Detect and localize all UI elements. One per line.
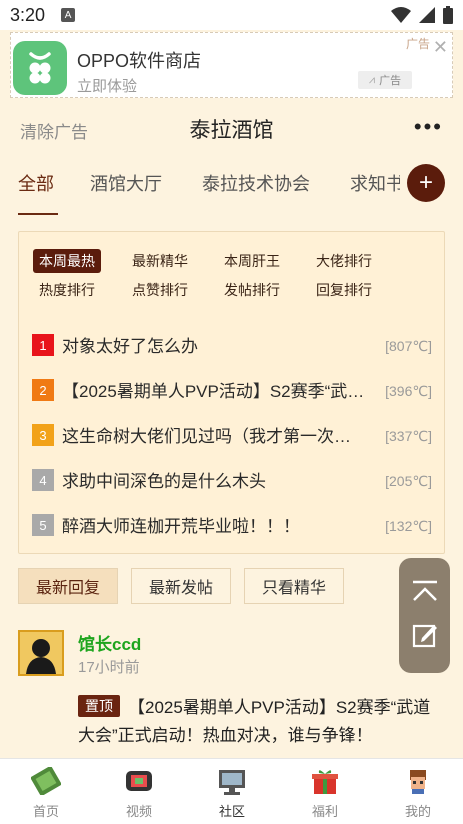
filter-likes-rank[interactable]: 点赞排行 xyxy=(126,278,194,302)
tab-tech-association[interactable]: 泰拉技术协会 xyxy=(202,170,310,196)
nav-label: 福利 xyxy=(311,804,338,819)
ad-app-name: OPPO软件商店 xyxy=(77,51,202,71)
top-bar: 清除广告 泰拉酒馆 ••• xyxy=(0,104,463,154)
status-time: 3:20 xyxy=(10,4,46,25)
tab-knowledge-book[interactable]: 求知书 xyxy=(350,170,400,196)
active-tab-indicator xyxy=(18,213,58,215)
filter-weekly-grinder[interactable]: 本周肝王 xyxy=(218,249,286,273)
post-time: 17小时前 xyxy=(78,659,140,676)
filter-replies-rank[interactable]: 回复排行 xyxy=(310,278,378,302)
rank-number: 5 xyxy=(32,514,54,536)
ranking-item[interactable]: 4 求助中间深色的是什么木头 [205℃] xyxy=(32,467,432,491)
filter-featured-only-button[interactable]: 只看精华 xyxy=(244,568,344,604)
nav-label: 首页 xyxy=(32,804,59,819)
ad-banner[interactable]: OPPO软件商店 立即体验 广告 ✕ ⩘ 广告 xyxy=(10,32,453,98)
close-icon[interactable]: ✕ xyxy=(433,37,448,58)
filter-latest-featured[interactable]: 最新精华 xyxy=(126,249,194,273)
rank-title: 【2025暑期单人PVP活动】S2赛季“武道大会”正式启动 xyxy=(62,382,367,401)
ranking-item[interactable]: 5 醉酒大师连枷开荒毕业啦！！！ [132℃] xyxy=(32,512,432,536)
nav-community[interactable]: 社区 xyxy=(192,763,272,823)
nav-label: 视频 xyxy=(125,804,152,819)
community-icon xyxy=(219,770,245,795)
nav-home[interactable]: 首页 xyxy=(6,763,86,823)
tab-bar: 全部 酒馆大厅 泰拉技术协会 求知书 + xyxy=(0,158,463,216)
rank-heat: [132℃] xyxy=(385,518,432,534)
home-icon xyxy=(31,767,61,795)
signal-icon xyxy=(419,7,435,23)
rank-number: 4 xyxy=(32,469,54,491)
bottom-nav: 首页 视频 社区 福利 我的 xyxy=(0,758,463,824)
pinned-badge: 置顶 xyxy=(78,695,120,717)
ad-badge: ⩘ 广告 xyxy=(358,71,412,89)
rank-heat: [337℃] xyxy=(385,428,432,444)
nav-video[interactable]: 视频 xyxy=(99,763,179,823)
profile-icon xyxy=(410,770,426,794)
rank-number: 3 xyxy=(32,424,54,446)
add-button[interactable]: + xyxy=(407,164,445,202)
ad-label: 广告 xyxy=(405,37,430,51)
gift-icon xyxy=(312,770,338,794)
rank-heat: [807℃] xyxy=(385,338,432,354)
post-author[interactable]: 馆长ccd xyxy=(78,630,141,655)
status-bar: 3:20 A xyxy=(0,0,463,30)
floating-action-panel xyxy=(399,558,450,673)
rank-number: 1 xyxy=(32,334,54,356)
page-title: 泰拉酒馆 xyxy=(189,119,274,142)
wifi-icon xyxy=(391,7,411,23)
scroll-to-top-icon[interactable] xyxy=(411,580,439,602)
post-content[interactable]: 置顶 【2025暑期单人PVP活动】S2赛季“武道大会”正式启动！热血对决，谁与争… xyxy=(78,694,440,750)
ranking-item[interactable]: 2 【2025暑期单人PVP活动】S2赛季“武道大会”正式启动 [396℃] xyxy=(32,377,432,401)
filter-latest-posts-button[interactable]: 最新发帖 xyxy=(131,568,231,604)
ranking-item[interactable]: 3 这生命树大佬们见过吗（我才第一次见到） [337℃] xyxy=(32,422,432,446)
ranking-panel: 本周最热 最新精华 本周肝王 大佬排行 热度排行 点赞排行 发帖排行 回复排行 … xyxy=(18,231,445,554)
filter-posts-rank[interactable]: 发帖排行 xyxy=(218,278,286,302)
rank-title: 这生命树大佬们见过吗（我才第一次见到） xyxy=(62,427,367,446)
ad-badge-logo-icon: ⩘ xyxy=(368,73,376,86)
post-title: 【2025暑期单人PVP活动】S2赛季“武道大会”正式启动！热血对决，谁与争锋！ xyxy=(78,698,431,745)
rank-title: 对象太好了怎么办 xyxy=(62,337,198,356)
ad-badge-label: 广告 xyxy=(379,75,402,87)
more-icon[interactable]: ••• xyxy=(414,114,443,140)
filter-latest-replies-button[interactable]: 最新回复 xyxy=(18,568,118,604)
rank-heat: [205℃] xyxy=(385,473,432,489)
tab-all[interactable]: 全部 xyxy=(18,170,54,196)
avatar[interactable] xyxy=(18,630,64,676)
tab-tavern-hall[interactable]: 酒馆大厅 xyxy=(90,170,162,196)
filter-weekly-hot[interactable]: 本周最热 xyxy=(33,249,101,273)
filter-expert-rank[interactable]: 大佬排行 xyxy=(310,249,378,273)
ranking-item[interactable]: 1 对象太好了怎么办 [807℃] xyxy=(32,332,432,356)
rank-title: 求助中间深色的是什么木头 xyxy=(62,472,266,491)
video-icon xyxy=(126,771,152,791)
filter-heat-rank[interactable]: 热度排行 xyxy=(33,278,101,302)
rank-heat: [396℃] xyxy=(385,383,432,399)
notification-icon: A xyxy=(61,8,76,22)
nav-welfare[interactable]: 福利 xyxy=(285,763,365,823)
app-store-icon xyxy=(13,41,67,95)
rank-number: 2 xyxy=(32,379,54,401)
rank-title: 醉酒大师连枷开荒毕业啦！！！ xyxy=(62,517,300,536)
battery-icon xyxy=(443,6,453,24)
nav-profile[interactable]: 我的 xyxy=(378,763,458,823)
ad-subtitle[interactable]: 立即体验 xyxy=(77,75,137,96)
nav-label: 我的 xyxy=(404,804,431,819)
edit-post-icon[interactable] xyxy=(412,622,438,648)
nav-label: 社区 xyxy=(218,804,245,819)
